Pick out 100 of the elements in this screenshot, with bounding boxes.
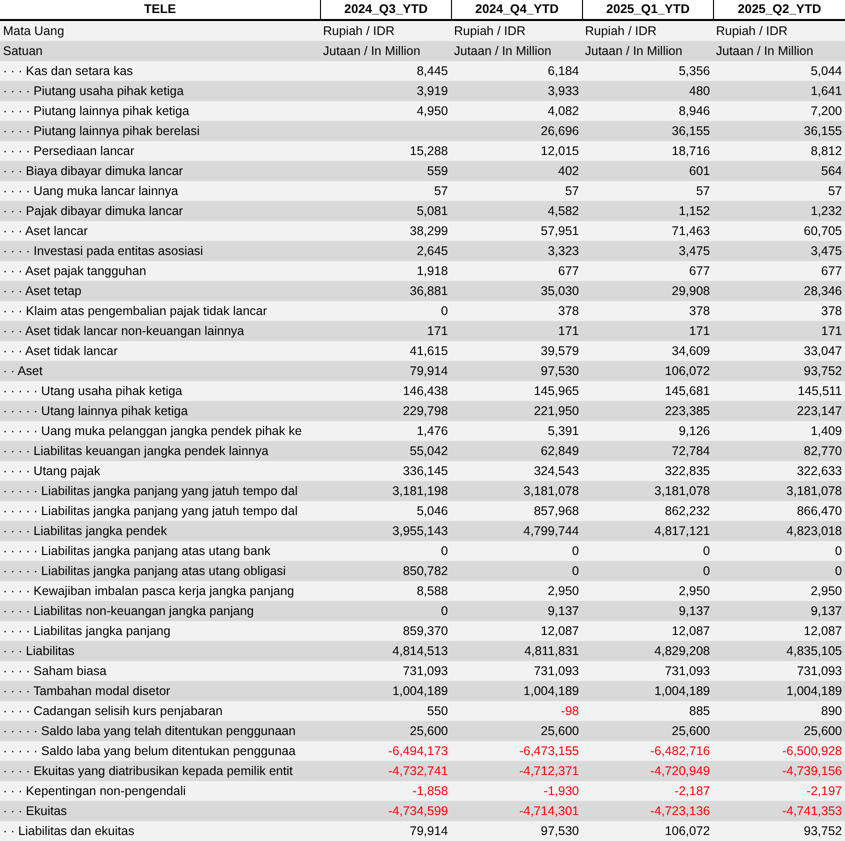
table-cell: -4,723,136 <box>650 804 710 818</box>
row-label: Mata Uang <box>0 21 320 41</box>
table-cell: 57,951 <box>540 224 579 238</box>
table-cell: 1,152 <box>678 204 710 218</box>
table-cell: Rupiah / IDR <box>451 21 582 41</box>
table-cell: 39,579 <box>540 344 579 358</box>
table-cell: 26,696 <box>540 124 579 138</box>
table-cell: 0 <box>703 564 710 578</box>
table-cell: 731,093 <box>402 664 448 678</box>
table-cell: 71,463 <box>672 224 710 238</box>
table-cell: 72,784 <box>672 444 710 458</box>
table-cell: 79,914 <box>410 364 448 378</box>
table-cell: 731,093 <box>534 664 579 678</box>
table-cell: 322,633 <box>796 464 842 478</box>
table-cell: 3,181,078 <box>786 484 842 498</box>
table-cell: 4,811,831 <box>524 644 579 658</box>
table-cell: 8,445 <box>416 64 448 78</box>
table-cell: 57 <box>696 184 710 198</box>
table-cell: 1,004,189 <box>392 684 448 698</box>
row-label: · · · · · Liabilitas jangka panjang atas utang bank <box>0 541 320 561</box>
table-cell: 25,600 <box>410 724 448 738</box>
row-label: · · · · Liabilitas keuangan jangka pendek lainnya <box>0 441 320 461</box>
table-cell: -1,858 <box>412 784 448 798</box>
table-cell: 480 <box>689 84 710 98</box>
table-cell: 9,137 <box>678 604 710 618</box>
table-cell: 34,609 <box>672 344 710 358</box>
table-cell: 171 <box>689 324 710 338</box>
table-cell: -6,482,716 <box>650 744 710 758</box>
table-cell: 9,126 <box>678 424 710 438</box>
row-label: · · · Kas dan setara kas <box>0 61 320 81</box>
table-cell: 378 <box>558 304 579 318</box>
table-cell: 145,965 <box>534 384 579 398</box>
table-cell: 7,200 <box>810 104 842 118</box>
row-label: · · · · · Liabilitas jangka panjang yang jatuh tempo dal <box>0 481 320 501</box>
table-cell: -2,187 <box>674 784 710 798</box>
table-cell: 378 <box>821 304 842 318</box>
table-cell: 60,705 <box>804 224 842 238</box>
row-label: · · · Klaim atas pengembalian pajak tidak lancar <box>0 301 320 321</box>
row-label: · · · · Liabilitas jangka panjang <box>0 621 320 641</box>
table-cell: -6,500,928 <box>782 744 842 758</box>
table-cell: 1,641 <box>810 84 842 98</box>
table-cell: 859,370 <box>402 624 448 638</box>
table-cell: 38,299 <box>410 224 448 238</box>
table-cell: 36,155 <box>804 124 842 138</box>
table-cell: 12,087 <box>672 624 710 638</box>
table-cell: Rupiah / IDR <box>713 21 845 41</box>
table-cell: -4,714,301 <box>519 804 579 818</box>
row-label: · · · · Liabilitas jangka pendek <box>0 521 320 541</box>
table-cell: 145,511 <box>798 384 842 398</box>
table-cell: 322,835 <box>664 464 710 478</box>
row-label: · · · · Uang muka lancar lainnya <box>0 181 320 201</box>
table-cell: 885 <box>689 704 710 718</box>
row-label: · · · Ekuitas <box>0 801 320 821</box>
table-cell: 402 <box>558 164 579 178</box>
table-cell: 0 <box>835 544 842 558</box>
table-cell: 223,147 <box>796 404 842 418</box>
table-cell: 4,817,121 <box>654 524 710 538</box>
table-cell: -1,930 <box>544 784 579 798</box>
table-cell: 97,530 <box>540 364 579 378</box>
row-label: · · · · Ekuitas yang diatribusikan kepada pemilik entit <box>0 761 320 781</box>
row-label: · · · · Saham biasa <box>0 661 320 681</box>
table-cell: 36,881 <box>410 284 448 298</box>
table-cell: 171 <box>558 324 579 338</box>
table-cell: 3,181,198 <box>392 484 448 498</box>
row-label: · · · · Piutang lainnya pihak berelasi <box>0 121 320 141</box>
table-cell: 4,814,513 <box>392 644 448 658</box>
table-cell: -2,197 <box>806 784 842 798</box>
table-cell: -4,720,949 <box>650 764 710 778</box>
column-header: 2025_Q1_YTD <box>582 0 713 21</box>
table-cell: 2,645 <box>416 244 448 258</box>
table-cell: Jutaan / In Million <box>582 41 713 61</box>
table-cell: 57 <box>828 184 842 198</box>
table-cell: 12,087 <box>540 624 579 638</box>
table-cell: 41,615 <box>410 344 448 358</box>
table-cell: Jutaan / In Million <box>320 41 451 61</box>
table-cell: 0 <box>572 564 579 578</box>
table-cell: -6,494,173 <box>388 744 448 758</box>
table-cell: 850,782 <box>402 564 448 578</box>
table-cell: -6,473,155 <box>519 744 579 758</box>
row-label: · · · Aset tidak lancar <box>0 341 320 361</box>
table-cell: 145,681 <box>664 384 710 398</box>
table-cell: 29,908 <box>672 284 710 298</box>
row-label: · · · · Cadangan selisih kurs penjabaran <box>0 701 320 721</box>
table-cell: 5,356 <box>678 64 710 78</box>
table-cell: 4,950 <box>416 104 448 118</box>
table-cell: 79,914 <box>410 824 448 838</box>
table-cell: 2,950 <box>548 584 579 598</box>
table-cell: 857,968 <box>534 504 579 518</box>
row-label: · · · · Piutang lainnya pihak ketiga <box>0 101 320 121</box>
table-cell: 82,770 <box>804 444 842 458</box>
table-cell: Rupiah / IDR <box>582 21 713 41</box>
table-cell: 5,081 <box>416 204 448 218</box>
table-cell: 559 <box>427 164 448 178</box>
table-cell: 106,072 <box>664 364 710 378</box>
row-label: · · · · · Utang usaha pihak ketiga <box>0 381 320 401</box>
table-cell: 677 <box>558 264 579 278</box>
table-cell: 0 <box>441 604 448 618</box>
table-cell: -4,741,353 <box>782 804 842 818</box>
table-cell: 3,475 <box>810 244 842 258</box>
table-cell: 2,950 <box>810 584 842 598</box>
